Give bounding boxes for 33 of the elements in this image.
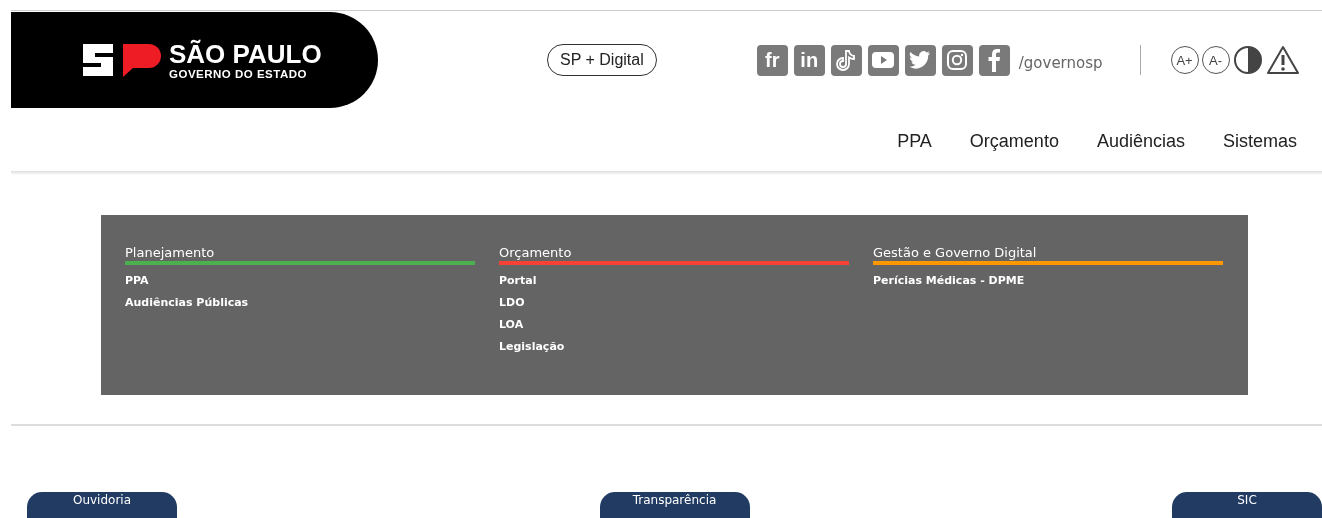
facebook-icon[interactable] [978,44,1010,76]
contrast-icon[interactable] [1232,45,1263,75]
column-title: Gestão e Governo Digital [873,245,1038,261]
footer-button[interactable]: Transparência [599,492,750,518]
play-icon[interactable] [867,44,899,76]
nav-link[interactable]: Orçamento [969,130,1059,152]
warning-icon[interactable] [1265,45,1300,75]
logo-title: SÃO PAULO [169,40,322,68]
camera-icon[interactable] [941,44,973,76]
font-size-button[interactable]: A- [1201,46,1230,74]
menu-link[interactable]: Audiências Públicas [125,296,475,309]
menu-link[interactable]: PPA [125,274,475,287]
menu-link[interactable]: Legislação [499,340,849,353]
social-button[interactable]: fr [756,44,788,76]
menu-link[interactable]: Portal [499,274,849,287]
footer-button[interactable]: SIC [1172,492,1322,518]
font-size-button[interactable]: A+ [1170,46,1199,74]
social-handle: /governosp [1018,54,1103,72]
column-title: Planejamento [125,245,216,261]
column-title: Orçamento [499,245,573,261]
logo-banner[interactable]: SÃO PAULO GOVERNO DO ESTADO [11,12,378,108]
nav-link[interactable]: PPA [897,130,932,152]
menu-link[interactable]: Perícias Médicas - DPME [873,274,1223,287]
music-note-icon[interactable] [830,44,862,76]
bird-icon[interactable] [904,44,936,76]
social-button[interactable]: in [793,44,825,76]
nav-link[interactable]: Audiências [1096,130,1185,152]
nav-link[interactable]: Sistemas [1222,130,1297,152]
footer-button[interactable]: Ouvidoria [27,492,177,518]
menu-link[interactable]: LDO [499,296,849,309]
menu-link[interactable]: LOA [499,318,849,331]
digital-button[interactable]: SP + Digital [547,44,657,76]
logo-subtitle: GOVERNO DO ESTADO [169,68,308,80]
